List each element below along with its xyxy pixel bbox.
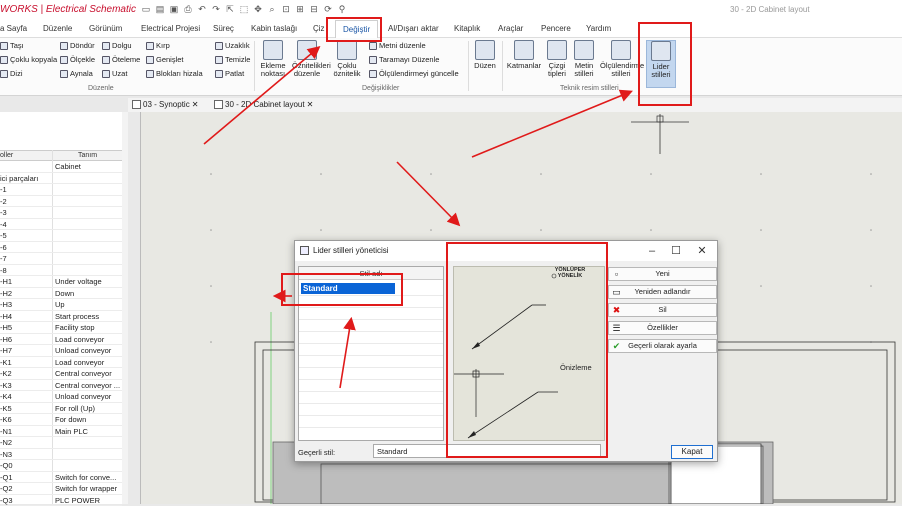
annotation-arrows	[0, 0, 902, 504]
